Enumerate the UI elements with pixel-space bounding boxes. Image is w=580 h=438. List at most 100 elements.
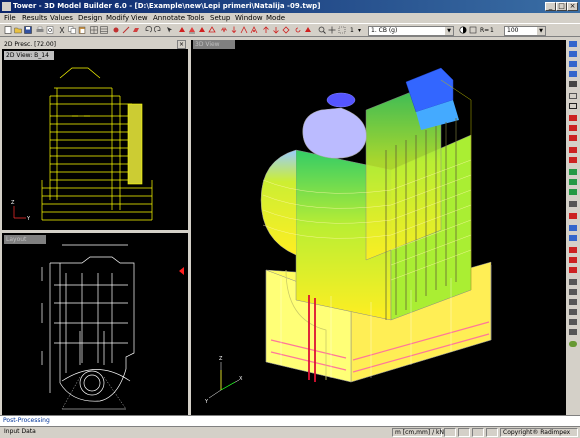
menu-design[interactable]: Design bbox=[78, 14, 102, 22]
status-text: Input Data bbox=[4, 428, 36, 435]
hinge-icon[interactable] bbox=[240, 26, 248, 34]
beam-icon[interactable] bbox=[122, 26, 130, 34]
pan-icon[interactable] bbox=[328, 26, 336, 34]
layer-4-icon[interactable] bbox=[569, 309, 577, 315]
axis-y-label: Y bbox=[204, 399, 209, 405]
arrow-tool-3-icon[interactable] bbox=[569, 267, 577, 273]
plate-tool-icon[interactable] bbox=[569, 135, 577, 141]
grid-icon[interactable] bbox=[90, 26, 98, 34]
rotate-icon[interactable] bbox=[294, 26, 302, 34]
menu-window[interactable]: Window bbox=[235, 14, 263, 22]
layer-5-icon[interactable] bbox=[569, 319, 577, 325]
save-icon[interactable] bbox=[24, 26, 32, 34]
plate-icon[interactable] bbox=[132, 26, 140, 34]
arrow-tool-icon[interactable] bbox=[569, 247, 577, 253]
view-2d-tab[interactable]: 2D View: B_14 bbox=[4, 51, 54, 60]
section-icon[interactable] bbox=[569, 201, 577, 207]
move-up-icon[interactable] bbox=[262, 26, 270, 34]
support-icon-3[interactable] bbox=[198, 26, 206, 34]
release-tool-icon[interactable] bbox=[569, 213, 577, 219]
cut-icon[interactable] bbox=[58, 26, 66, 34]
support-red-icon[interactable] bbox=[178, 26, 186, 34]
step-value: 1 bbox=[350, 27, 354, 34]
status-bar: Input Data m [cm,mm] / kN Copyright® Rad… bbox=[0, 426, 580, 438]
dropdown-arrow-icon[interactable]: ▾ bbox=[358, 27, 361, 34]
layer-3-icon[interactable] bbox=[569, 299, 577, 305]
undo-icon[interactable] bbox=[144, 26, 152, 34]
zoom-extents-icon[interactable] bbox=[338, 26, 346, 34]
load-icon[interactable] bbox=[230, 26, 238, 34]
color-scale-icon[interactable] bbox=[469, 26, 477, 34]
menu-tools[interactable]: Tools bbox=[187, 14, 204, 22]
beam-tool-icon[interactable] bbox=[569, 125, 577, 131]
zoom-icon[interactable] bbox=[318, 26, 326, 34]
menu-view[interactable]: View bbox=[131, 14, 148, 22]
units-indicator[interactable]: m [cm,mm] / kN bbox=[392, 428, 444, 437]
spring-icon[interactable] bbox=[220, 26, 228, 34]
table-icon[interactable] bbox=[100, 26, 108, 34]
print-icon[interactable] bbox=[36, 26, 44, 34]
mirror-icon[interactable] bbox=[282, 26, 290, 34]
window-title: Tower - 3D Model Builder 6.0 - [D:\Examp… bbox=[13, 2, 321, 10]
move-down-icon[interactable] bbox=[272, 26, 280, 34]
layer-2-icon[interactable] bbox=[569, 289, 577, 295]
view-top-icon[interactable] bbox=[569, 61, 577, 67]
menu-annotate[interactable]: Annotate bbox=[153, 14, 185, 22]
paste-icon[interactable] bbox=[78, 26, 86, 34]
open-folder-icon[interactable] bbox=[14, 26, 22, 34]
elevation-drawing: Y Z bbox=[11, 67, 153, 222]
mesh-refine-icon[interactable] bbox=[569, 179, 577, 185]
layout-pane[interactable]: Layout bbox=[2, 233, 188, 415]
tree-icon[interactable] bbox=[569, 341, 577, 347]
menu-values[interactable]: Values bbox=[50, 14, 73, 22]
view-3d-pane[interactable]: 3D View Z X Y bbox=[191, 40, 566, 415]
release-icon[interactable] bbox=[250, 26, 258, 34]
status-cell-2 bbox=[458, 428, 470, 437]
copy-element-icon[interactable] bbox=[304, 26, 312, 34]
redo-icon[interactable] bbox=[154, 26, 162, 34]
menu-modify[interactable]: Modify bbox=[106, 14, 129, 22]
main-toolbar: 1 ▾ 1. CB (g) ▼ R= 1 100 ▼ bbox=[0, 23, 580, 37]
select-icon[interactable] bbox=[166, 26, 174, 34]
view-side-icon[interactable] bbox=[569, 51, 577, 57]
print-preview-icon[interactable] bbox=[46, 26, 54, 34]
view-2d-pane[interactable]: 2D Presc. [72.00] × 2D View: B_14 Y Z bbox=[2, 40, 188, 230]
layer-6-icon[interactable] bbox=[569, 329, 577, 335]
load-case-select[interactable]: 1. CB (g) ▼ bbox=[368, 26, 454, 36]
arrow-tool-2-icon[interactable] bbox=[569, 257, 577, 263]
new-file-icon[interactable] bbox=[4, 26, 12, 34]
mesh-check-icon[interactable] bbox=[569, 189, 577, 195]
copy-icon[interactable] bbox=[68, 26, 76, 34]
select-window-icon[interactable] bbox=[569, 103, 577, 109]
mesh-icon[interactable] bbox=[569, 169, 577, 175]
chevron-down-icon[interactable]: ▼ bbox=[445, 27, 453, 35]
view-2d-header-label: 2D Presc. [72.00] bbox=[4, 41, 56, 48]
support-tool-icon[interactable] bbox=[569, 147, 577, 153]
menu-file[interactable]: File bbox=[4, 14, 16, 22]
zoom-select[interactable]: 100 ▼ bbox=[504, 26, 546, 36]
post-processing-label[interactable]: Post-Processing bbox=[3, 417, 50, 424]
maximize-button[interactable]: □ bbox=[556, 2, 567, 11]
support-icon-4[interactable] bbox=[208, 26, 216, 34]
menu-results[interactable]: Results bbox=[22, 14, 47, 22]
node-icon[interactable] bbox=[112, 26, 120, 34]
menu-setup[interactable]: Setup bbox=[210, 14, 230, 22]
chevron-down-icon[interactable]: ▼ bbox=[537, 27, 545, 35]
load-tool-icon[interactable] bbox=[569, 157, 577, 163]
view-front-icon[interactable] bbox=[569, 41, 577, 47]
r-label: R= bbox=[480, 27, 490, 34]
wireframe-icon[interactable] bbox=[569, 93, 577, 99]
measure-icon[interactable] bbox=[569, 225, 577, 231]
layer-icon[interactable] bbox=[569, 279, 577, 285]
menu-mode[interactable]: Mode bbox=[266, 14, 285, 22]
minimize-button[interactable]: _ bbox=[545, 2, 556, 11]
view-iso-icon[interactable] bbox=[569, 71, 577, 77]
contrast-icon[interactable] bbox=[459, 26, 467, 34]
dimension-icon[interactable] bbox=[569, 235, 577, 241]
close-icon[interactable]: × bbox=[177, 40, 186, 49]
support-icon-2[interactable] bbox=[188, 26, 196, 34]
close-button[interactable]: × bbox=[567, 2, 578, 11]
view-iso-2-icon[interactable] bbox=[569, 81, 577, 87]
app-icon[interactable] bbox=[2, 2, 11, 11]
node-tool-icon[interactable] bbox=[569, 115, 577, 121]
